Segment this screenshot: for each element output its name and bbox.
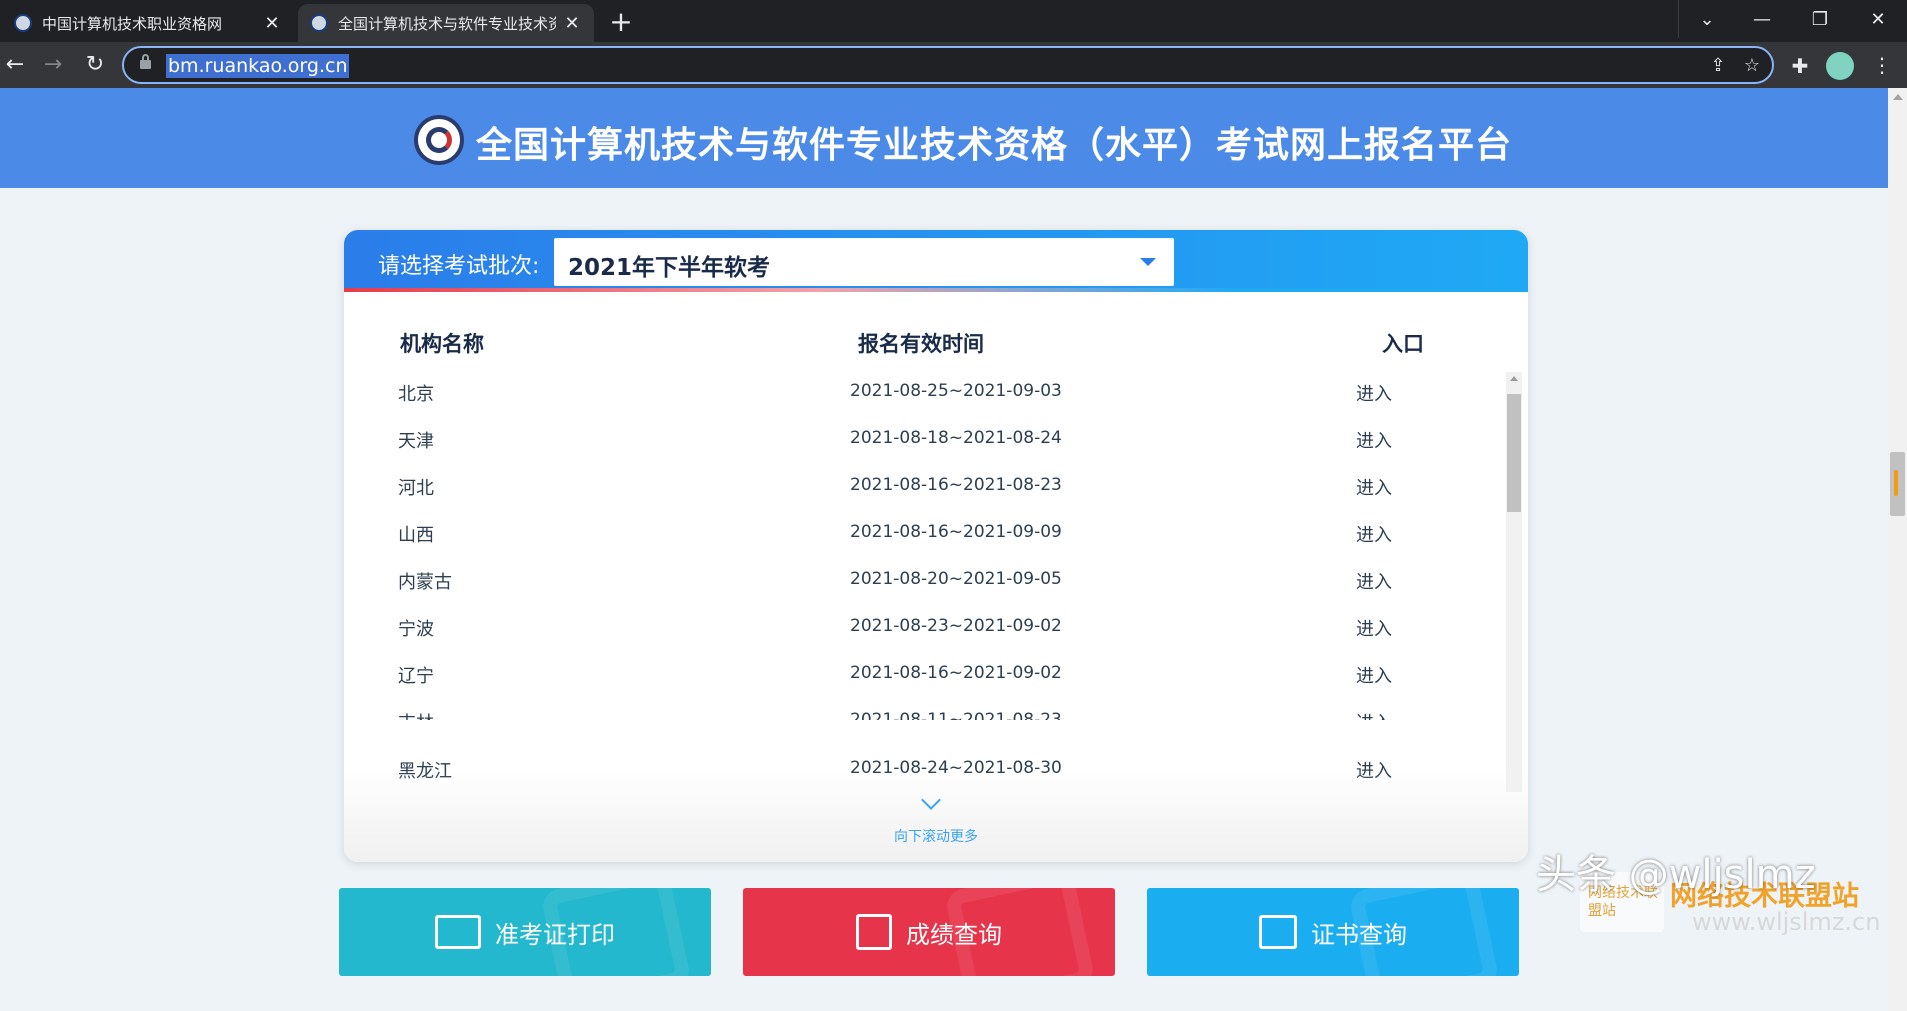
table-row: 山西 2021-08-16~2021-09-09 进入: [344, 511, 1504, 558]
page-scrollbar[interactable]: [1888, 88, 1907, 1011]
back-arrow-icon[interactable]: ←: [0, 50, 30, 80]
certificate-query-button[interactable]: 证书查询: [1147, 888, 1519, 976]
watermark-url: www.wljslmz.cn: [1692, 908, 1881, 936]
enter-link[interactable]: 进入: [1356, 380, 1392, 406]
site-favicon-icon: [14, 14, 32, 32]
tab-search-chevron-icon[interactable]: ⌄: [1678, 0, 1736, 38]
registration-period: 2021-08-23~2021-09-02: [850, 616, 1062, 636]
institution-name: 吉林: [398, 709, 434, 720]
browser-tab-strip: 中国计算机技术职业资格网 ✕ 全国计算机技术与软件专业技术资 ✕ + ⌄ — ❐…: [0, 0, 1907, 42]
restore-button[interactable]: ❐: [1791, 0, 1849, 38]
list-fade-overlay: [344, 770, 1528, 862]
tab-title: 中国计算机技术职业资格网: [42, 14, 223, 33]
browser-toolbar: ← → ↻ bm.ruankao.org.cn ⇪ ☆: [0, 42, 1907, 88]
table-row: 吉林 2021-08-11~2021-08-23 进入: [344, 699, 1504, 720]
decorative-background-mark: [943, 888, 1097, 976]
score-query-button[interactable]: 成绩查询: [743, 888, 1115, 976]
registration-panel: 请选择考试批次: 2021年下半年软考 机构名称 报名有效时间 入口 北京 20…: [344, 230, 1528, 862]
enter-link[interactable]: 进入: [1356, 427, 1392, 453]
institution-name: 辽宁: [398, 666, 434, 687]
share-icon[interactable]: ⇪: [1704, 54, 1732, 78]
browser-tab-2[interactable]: 全国计算机技术与软件专业技术资 ✕: [298, 4, 594, 42]
registration-period: 2021-08-25~2021-09-03: [850, 381, 1062, 401]
table-row: 北京 2021-08-25~2021-09-03 进入: [344, 370, 1504, 417]
batch-selected-value: 2021年下半年软考: [568, 255, 771, 281]
institution-name: 河北: [398, 478, 434, 499]
batch-selector-bar: 请选择考试批次: 2021年下半年软考: [344, 230, 1528, 292]
institution-name: 山西: [398, 525, 434, 546]
registration-period: 2021-08-16~2021-09-02: [850, 663, 1062, 683]
table-row: 宁波 2021-08-23~2021-09-02 进入: [344, 605, 1504, 652]
close-tab-icon[interactable]: ✕: [562, 13, 582, 34]
site-title: 全国计算机技术与软件专业技术资格（水平）考试网上报名平台: [476, 125, 1513, 166]
close-tab-icon[interactable]: ✕: [262, 13, 282, 34]
batch-select[interactable]: 2021年下半年软考: [554, 238, 1174, 286]
scroll-position-marker: [1894, 470, 1898, 496]
list-scrollbar-thumb[interactable]: [1507, 394, 1521, 512]
registration-period: 2021-08-16~2021-08-23: [850, 475, 1062, 495]
registration-period: 2021-08-20~2021-09-05: [850, 569, 1062, 589]
browser-menu-icon[interactable]: ⋮: [1872, 48, 1892, 82]
dropdown-caret-icon[interactable]: [1140, 258, 1156, 266]
registration-period: 2021-08-18~2021-08-24: [850, 428, 1062, 448]
scroll-up-arrow-icon[interactable]: [1510, 376, 1518, 381]
tab-title: 全国计算机技术与软件专业技术资: [338, 14, 556, 33]
lock-icon[interactable]: [140, 54, 151, 69]
decorative-background-mark: [1347, 888, 1501, 976]
enter-link[interactable]: 进入: [1356, 662, 1392, 688]
address-url[interactable]: bm.ruankao.org.cn: [166, 54, 350, 78]
institution-name: 天津: [398, 431, 434, 452]
column-header-period: 报名有效时间: [858, 332, 984, 356]
scroll-more-hint[interactable]: 向下滚动更多: [344, 826, 1528, 846]
forward-arrow-icon[interactable]: →: [38, 50, 68, 80]
column-header-name: 机构名称: [400, 332, 484, 356]
decorative-background-mark: [539, 888, 693, 976]
institution-name: 内蒙古: [398, 572, 452, 593]
institution-name: 北京: [398, 384, 434, 405]
registration-period: 2021-08-11~2021-08-23: [850, 710, 1062, 720]
window-control-divider: [1678, 0, 1679, 38]
institution-list: 北京 2021-08-25~2021-09-03 进入 天津 2021-08-1…: [344, 370, 1504, 720]
scroll-up-arrow-icon[interactable]: [1893, 94, 1903, 100]
minimize-button[interactable]: —: [1733, 0, 1791, 38]
enter-link[interactable]: 进入: [1356, 521, 1392, 547]
table-row: 河北 2021-08-16~2021-08-23 进入: [344, 464, 1504, 511]
institution-name: 宁波: [398, 619, 434, 640]
new-tab-button[interactable]: +: [606, 8, 636, 38]
reload-icon[interactable]: ↻: [80, 50, 110, 80]
document-search-icon: [856, 914, 892, 950]
table-row: 辽宁 2021-08-16~2021-09-02 进入: [344, 652, 1504, 699]
bookmark-star-icon[interactable]: ☆: [1738, 54, 1766, 78]
id-card-icon: [435, 915, 481, 949]
table-row: 内蒙古 2021-08-20~2021-09-05 进入: [344, 558, 1504, 605]
table-row: 天津 2021-08-18~2021-08-24 进入: [344, 417, 1504, 464]
list-scrollbar[interactable]: [1506, 372, 1522, 792]
site-header: 全国计算机技术与软件专业技术资格（水平）考试网上报名平台: [0, 88, 1888, 188]
close-window-button[interactable]: ✕: [1849, 0, 1907, 38]
registration-period: 2021-08-16~2021-09-09: [850, 522, 1062, 542]
extensions-puzzle-icon[interactable]: ✚: [1786, 52, 1814, 80]
watermark-toutiao: 头条 @wljslmz: [1536, 852, 1816, 898]
enter-link[interactable]: 进入: [1356, 568, 1392, 594]
browser-tab-1[interactable]: 中国计算机技术职业资格网 ✕: [2, 4, 294, 42]
enter-link[interactable]: 进入: [1356, 709, 1392, 720]
column-header-entry: 入口: [1382, 332, 1424, 356]
certificate-search-icon: [1259, 915, 1297, 949]
site-favicon-icon: [310, 14, 328, 32]
ruankao-logo: [414, 115, 464, 165]
address-bar[interactable]: bm.ruankao.org.cn ⇪ ☆: [122, 46, 1774, 84]
batch-label: 请选择考试批次:: [378, 254, 540, 279]
profile-avatar[interactable]: [1826, 52, 1854, 80]
admit-card-print-button[interactable]: 准考证打印: [339, 888, 711, 976]
enter-link[interactable]: 进入: [1356, 474, 1392, 500]
enter-link[interactable]: 进入: [1356, 615, 1392, 641]
